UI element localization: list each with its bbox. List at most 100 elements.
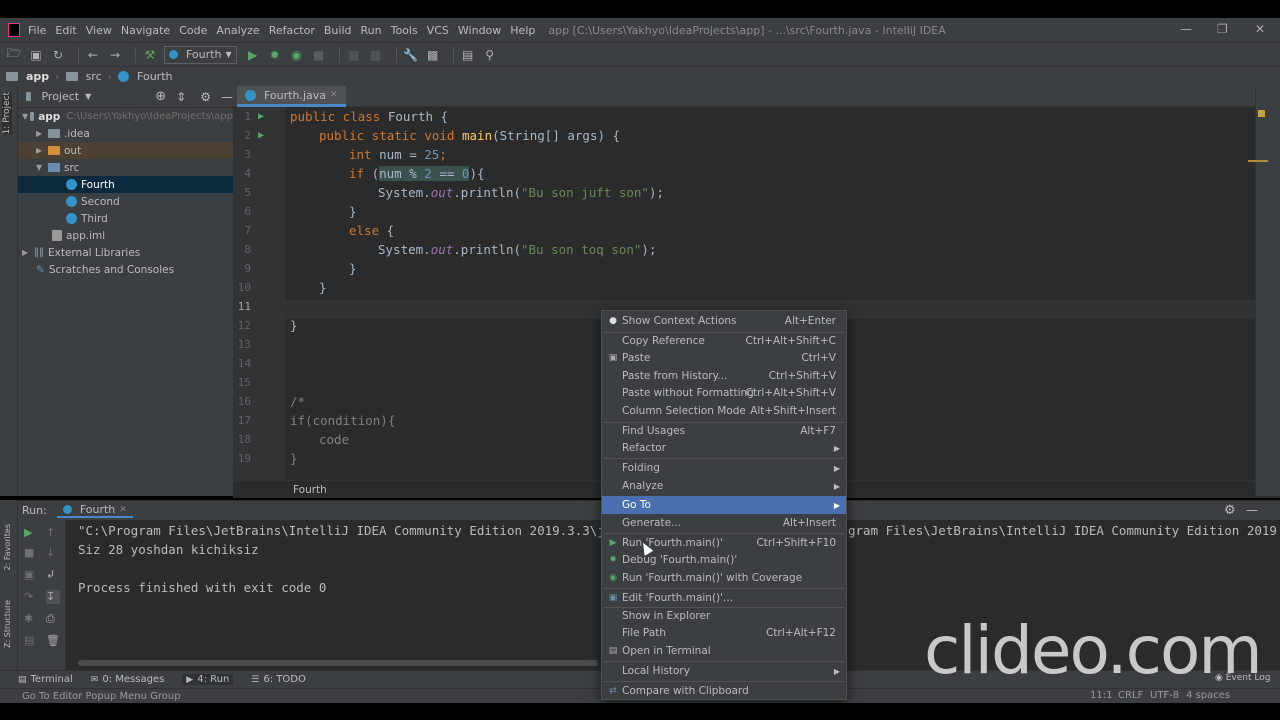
save-icon[interactable]: ▣ [28, 47, 44, 63]
terminal-tool-button[interactable]: ▤ Terminal [18, 674, 73, 685]
menu-item-local-history[interactable]: Local History ▶ [602, 662, 846, 680]
stop-icon[interactable]: ■ [24, 546, 38, 560]
collapse-all-icon[interactable]: ⇕ [176, 90, 186, 104]
tree-item-idea[interactable]: ▶ .idea [18, 125, 233, 142]
editor-breadcrumb-item[interactable]: Fourth [293, 484, 327, 496]
search-icon[interactable]: ⚲ [482, 47, 498, 63]
menu-analyze[interactable]: Analyze [216, 24, 259, 37]
caret-position[interactable]: 11:1 [1090, 690, 1112, 701]
menu-item-folding[interactable]: Folding ▶ [602, 459, 846, 477]
expand-arrow-icon[interactable]: ▶ [36, 129, 46, 138]
tree-item-app[interactable]: ▼ app C:\Users\Yakhyo\IdeaProjects\app [18, 108, 233, 125]
menu-vcs[interactable]: VCS [427, 24, 449, 37]
tree-item-second[interactable]: Second [18, 193, 233, 210]
run-method-gutter-icon[interactable]: ▶ [258, 130, 264, 141]
close-tab-icon[interactable]: ✕ [119, 505, 127, 515]
menu-item-generate[interactable]: Generate... Alt+Insert [602, 514, 846, 532]
terminal-window-icon[interactable]: ▤ [460, 47, 476, 63]
run-tab-fourth[interactable]: Fourth ✕ [56, 503, 133, 518]
menu-item-column-selection-mode[interactable]: Column Selection Mode Alt+Shift+Insert [602, 402, 846, 420]
back-icon[interactable]: ← [85, 47, 101, 63]
run-class-gutter-icon[interactable]: ▶ [258, 111, 264, 122]
project-view-selector[interactable]: Project [41, 90, 79, 103]
up-arrow-icon[interactable]: ↑ [46, 526, 60, 540]
menu-navigate[interactable]: Navigate [121, 24, 170, 37]
tree-item-src[interactable]: ▼ src [18, 159, 233, 176]
menu-item-copy-reference[interactable]: Copy Reference Ctrl+Alt+Shift+C [602, 332, 846, 350]
menu-item-analyze[interactable]: Analyze ▶ [602, 477, 846, 495]
menu-window[interactable]: Window [458, 24, 501, 37]
file-encoding[interactable]: UTF-8 [1150, 690, 1179, 701]
vcs-commit-icon[interactable]: ▦ [368, 47, 384, 63]
restore-icon[interactable]: ❐ [1217, 22, 1228, 36]
tree-item-external-libraries[interactable]: ▶ ‖‖ External Libraries [18, 244, 233, 261]
menu-item-show-in-explorer[interactable]: Show in Explorer [602, 607, 846, 625]
expand-arrow-icon[interactable]: ▼ [22, 112, 28, 121]
menu-item-paste[interactable]: ▣ Paste Ctrl+V [602, 349, 846, 367]
menu-item-paste-without-formatting[interactable]: Paste without Formatting Ctrl+Alt+Shift+V [602, 384, 846, 402]
locate-icon[interactable]: ⊕ [155, 89, 166, 104]
project-structure-icon[interactable]: ▩ [425, 47, 441, 63]
expand-arrow-icon[interactable]: ▶ [22, 248, 32, 257]
tab-fourth-java[interactable]: Fourth.java ✕ [237, 86, 346, 107]
structure-tool-tab[interactable]: Z: Structure [3, 600, 12, 648]
menu-edit[interactable]: Edit [55, 24, 76, 37]
gear-icon[interactable]: ⚙ [1224, 503, 1236, 518]
crumb-app[interactable]: app [6, 70, 49, 83]
rerun-icon[interactable]: ▶ [24, 526, 38, 540]
tree-item-app-iml[interactable]: app.iml [18, 227, 233, 244]
chevron-down-icon[interactable]: ▼ [85, 92, 91, 101]
print-icon[interactable]: ⎙ [46, 612, 60, 626]
run-icon[interactable]: ▶ [245, 47, 261, 63]
menu-item-open-in-terminal[interactable]: ▤ Open in Terminal [602, 642, 846, 660]
pin-icon[interactable]: ✱ [24, 612, 38, 626]
menu-item-compare-with-clipboard[interactable]: ⇄ Compare with Clipboard [602, 682, 846, 700]
tree-item-scratches[interactable]: ✎ Scratches and Consoles [18, 261, 233, 278]
project-tool-tab[interactable]: 1: Project [2, 92, 12, 135]
crumb-fourth[interactable]: Fourth [118, 70, 173, 83]
open-folder-icon[interactable]: 🗁 [6, 46, 22, 63]
indent-setting[interactable]: 4 spaces [1186, 690, 1230, 701]
coverage-icon[interactable]: ◉ [289, 47, 305, 63]
close-tab-icon[interactable]: ✕ [330, 90, 338, 100]
close-icon[interactable]: ✕ [1255, 22, 1265, 36]
trash-icon[interactable]: 🗑 [46, 634, 60, 648]
menu-item-debug-main[interactable]: ✹ Debug 'Fourth.main()' [602, 551, 846, 569]
menu-item-edit-config[interactable]: ▣ Edit 'Fourth.main()'... [602, 589, 846, 607]
menu-item-refactor[interactable]: Refactor ▶ [602, 439, 846, 457]
menu-item-run-with-coverage[interactable]: ◉ Run 'Fourth.main()' with Coverage [602, 569, 846, 587]
todo-tool-button[interactable]: ☰ 6: TODO [251, 674, 306, 685]
debug-icon[interactable]: ✹ [267, 47, 283, 63]
menu-item-go-to[interactable]: Go To ▶ [602, 496, 846, 514]
stop-icon[interactable]: ■ [311, 47, 327, 63]
run-tool-button[interactable]: ▶ 4: Run [182, 674, 234, 685]
gear-icon[interactable]: ⚙ [200, 90, 211, 104]
layout-icon[interactable]: ▤ [24, 634, 38, 648]
hide-panel-icon[interactable]: — [221, 90, 233, 104]
tree-item-out[interactable]: ▶ out [18, 142, 233, 159]
menu-build[interactable]: Build [324, 24, 352, 37]
menu-view[interactable]: View [86, 24, 112, 37]
forward-icon[interactable]: → [107, 47, 123, 63]
tree-item-third[interactable]: Third [18, 210, 233, 227]
minimize-icon[interactable]: — [1180, 22, 1192, 36]
scroll-to-end-icon[interactable]: ↧ [46, 590, 60, 604]
build-hammer-icon[interactable]: ⚒ [142, 47, 158, 63]
messages-tool-button[interactable]: ✉ 0: Messages [91, 674, 165, 685]
favorites-tool-tab[interactable]: 2: Favorites [3, 524, 12, 570]
run-config-selector[interactable]: Fourth ▼ [164, 45, 237, 64]
menu-item-run-main[interactable]: ▶ Run 'Fourth.main()' Ctrl+Shift+F10 [602, 534, 846, 552]
horizontal-scrollbar[interactable] [78, 660, 598, 666]
menu-refactor[interactable]: Refactor [269, 24, 315, 37]
tree-item-fourth[interactable]: Fourth [18, 176, 233, 193]
vcs-update-icon[interactable]: ▦ [346, 47, 362, 63]
menu-item-file-path[interactable]: File Path Ctrl+Alt+F12 [602, 624, 846, 642]
menu-file[interactable]: File [28, 24, 46, 37]
crumb-src[interactable]: src [65, 70, 102, 83]
hide-panel-icon[interactable]: — [1246, 503, 1258, 517]
soft-wrap-icon[interactable]: ↲ [46, 568, 60, 582]
down-arrow-icon[interactable]: ↓ [46, 546, 60, 560]
sync-icon[interactable]: ↻ [50, 47, 66, 63]
line-separator[interactable]: CRLF [1118, 690, 1143, 701]
menu-item-show-context-actions[interactable]: ● Show Context Actions Alt+Enter [602, 312, 846, 330]
